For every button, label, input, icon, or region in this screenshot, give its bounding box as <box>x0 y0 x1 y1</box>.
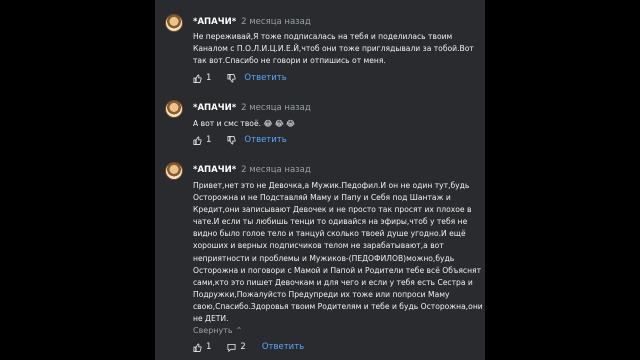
comment-time: 2 месяца назад <box>241 165 311 175</box>
comment-line: сами,кто это пишет Девочкам и для чего и… <box>193 277 473 287</box>
author-name[interactable]: *АПАЧИ* <box>193 165 236 175</box>
comment-time: 2 месяца назад <box>241 103 311 113</box>
comment-text: Не переживай,Я тоже подписалась на тебя … <box>193 31 481 67</box>
reply-button[interactable]: Ответить <box>244 135 286 145</box>
comment-line: Кредит,они записывают Девочек и не прост… <box>193 205 472 215</box>
comment-text: А вот и смс твоё. 😂 😂 😂 <box>193 118 481 130</box>
avatar[interactable] <box>165 14 183 32</box>
thumbs-up-icon[interactable] <box>193 135 202 145</box>
reply-button[interactable]: Ответить <box>244 73 286 83</box>
comment-line: хороших и верных подписчиков телом не за… <box>193 241 444 251</box>
chevron-up-icon: ⌃ <box>235 326 243 335</box>
like-count: 1 <box>206 73 212 83</box>
comment-meta: *АПАЧИ* 2 месяца назад <box>193 17 311 27</box>
comment-line: так вот.Спасибо не говори и отпишись от … <box>193 56 386 66</box>
comment-line: Подружки,Пожалуйсто Предупреди их тоже и… <box>193 289 450 299</box>
comment-line: не ДЕТИ. <box>193 314 229 324</box>
comment-actions: 1 Ответить <box>193 71 287 85</box>
like-count: 1 <box>206 342 212 352</box>
reply-button[interactable]: Ответить <box>262 342 304 352</box>
comment-meta: *АПАЧИ* 2 месяца назад <box>193 103 311 113</box>
thumbs-down-icon[interactable] <box>227 135 236 145</box>
replies-count: 2 <box>240 342 246 352</box>
author-name[interactable]: *АПАЧИ* <box>193 103 236 113</box>
comment-line: Осторожна и не Подставляй Маму и Папу и … <box>193 193 451 203</box>
thumbs-up-icon[interactable] <box>193 342 202 352</box>
comment-actions: 1 Ответить <box>193 133 287 147</box>
comment-line: Каналом с П.О.Л.И.Ц.И.Е.Й,чтоб они тоже … <box>193 44 474 54</box>
comment-time: 2 месяца назад <box>241 17 311 27</box>
collapse-label: Свернуть <box>193 326 233 335</box>
thumbs-down-icon[interactable] <box>227 73 236 83</box>
thumbs-up-icon[interactable] <box>193 73 202 83</box>
comment-line: Осторожна и поговори с Мамой и Папой и Р… <box>193 265 482 275</box>
comment-line: А вот и смс твоё. 😂 😂 😂 <box>193 119 295 128</box>
comment-icon[interactable] <box>227 343 236 352</box>
comment-meta: *АПАЧИ* 2 месяца назад <box>193 165 311 175</box>
avatar[interactable] <box>165 100 183 118</box>
comment-line: свою,Спасибо.Здоровья твоим Родителям и … <box>193 301 483 311</box>
comment-line: неприятности и проблемы и Мужиков-(ПЕДОФ… <box>193 253 455 263</box>
author-name[interactable]: *АПАЧИ* <box>193 17 236 27</box>
comment-actions: 1 2 Ответить <box>193 340 304 354</box>
comments-panel: *АПАЧИ* 2 месяца назад Не переживай,Я тож… <box>155 0 485 360</box>
comment-line: Не переживай,Я тоже подписалась на тебя … <box>193 32 453 41</box>
comment-line: чате.И если ты любишь тенци то одивайся … <box>193 217 468 227</box>
like-count: 1 <box>206 135 212 145</box>
avatar[interactable] <box>165 162 183 180</box>
comment-text: Привет,нет это не Девочка,а Мужик.Педофи… <box>193 180 483 325</box>
collapse-button[interactable]: Свернуть ⌃ <box>193 326 242 335</box>
comment-line: Привет,нет это не Девочка,а Мужик.Педофи… <box>193 181 470 190</box>
comment-line: видно было голое тело и танцуй сколько т… <box>193 229 466 239</box>
